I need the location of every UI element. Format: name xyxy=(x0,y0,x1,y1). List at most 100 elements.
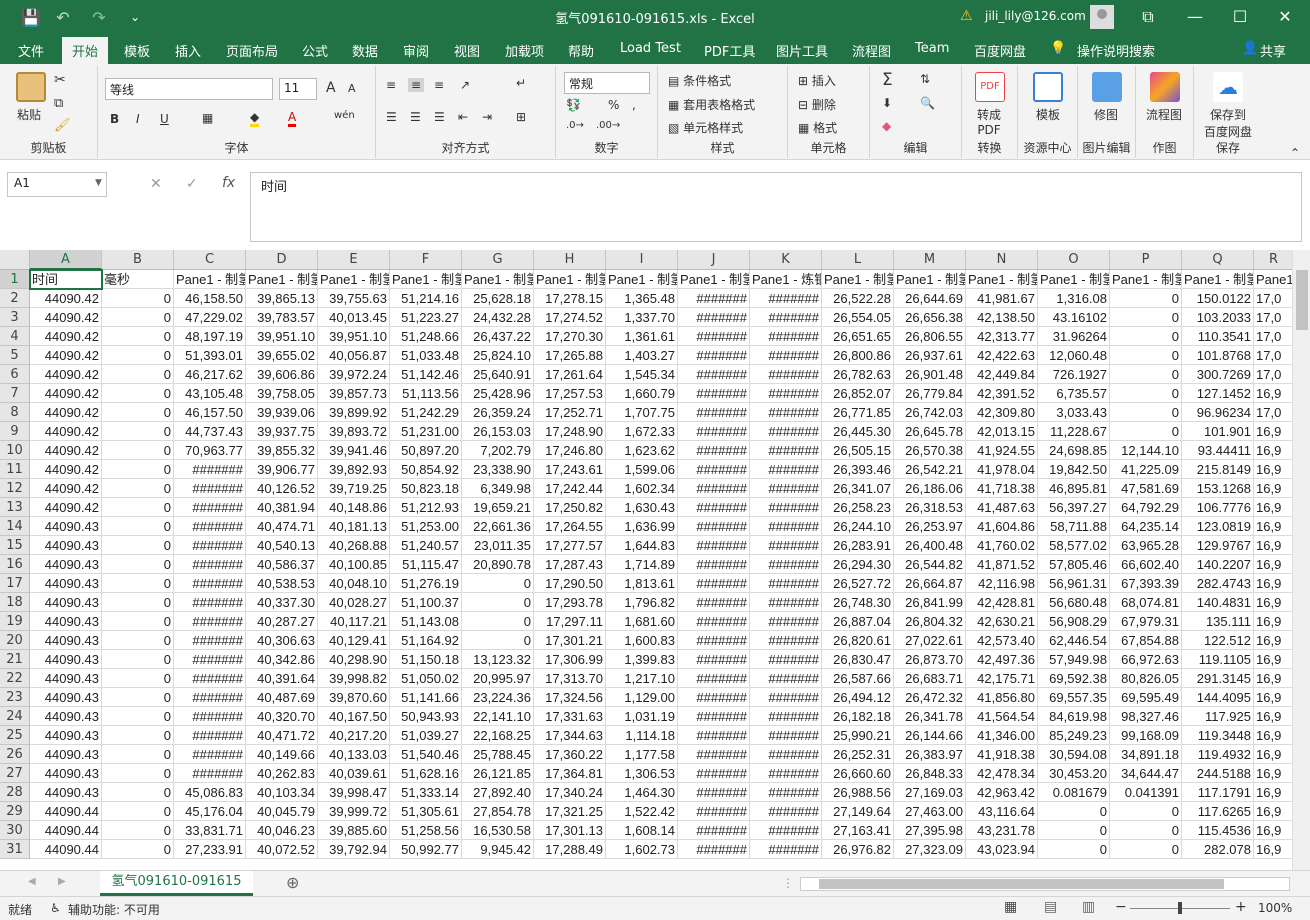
image-icon[interactable] xyxy=(1092,72,1122,102)
fill-icon[interactable]: ⬇ xyxy=(882,96,892,110)
table-cell[interactable]: 6,735.57 xyxy=(1038,384,1110,403)
font-color-icon[interactable]: A xyxy=(288,110,297,127)
table-cell[interactable]: 140.4831 xyxy=(1182,593,1254,612)
table-cell[interactable]: 0 xyxy=(102,574,174,593)
table-cell[interactable]: 51,333.14 xyxy=(390,783,462,802)
table-cell[interactable]: 0 xyxy=(102,365,174,384)
table-cell[interactable]: 44090.42 xyxy=(30,479,102,498)
table-cell[interactable]: 39,951.10 xyxy=(318,327,390,346)
tab-split-handle[interactable]: ⋮ xyxy=(782,876,794,890)
table-cell[interactable]: 1,681.60 xyxy=(606,612,678,631)
table-cell[interactable]: 40,586.37 xyxy=(246,555,318,574)
table-cell[interactable]: 44090.43 xyxy=(30,574,102,593)
table-cell[interactable]: 39,606.86 xyxy=(246,365,318,384)
table-cell[interactable]: 43,116.64 xyxy=(966,802,1038,821)
table-cell[interactable]: 24,698.85 xyxy=(1038,441,1110,460)
table-cell[interactable]: 51,164.92 xyxy=(390,631,462,650)
column-header-c[interactable]: C xyxy=(174,250,246,270)
table-cell[interactable]: ####### xyxy=(750,346,822,365)
table-cell[interactable]: ####### xyxy=(678,403,750,422)
table-cell[interactable]: 1,217.10 xyxy=(606,669,678,688)
table-cell[interactable]: 26,651.65 xyxy=(822,327,894,346)
table-cell[interactable]: 39,906.77 xyxy=(246,460,318,479)
table-cell[interactable]: 40,013.45 xyxy=(318,308,390,327)
table-cell[interactable]: 50,943.93 xyxy=(390,707,462,726)
clear-icon[interactable]: ◆ xyxy=(882,119,891,133)
table-cell[interactable]: 26,800.86 xyxy=(822,346,894,365)
table-cell[interactable]: 41,346.00 xyxy=(966,726,1038,745)
table-cell[interactable]: 39,998.47 xyxy=(318,783,390,802)
table-cell[interactable]: 110.3541 xyxy=(1182,327,1254,346)
table-cell[interactable]: ####### xyxy=(678,840,750,859)
table-cell[interactable]: 16,9 xyxy=(1254,498,1292,517)
table-cell[interactable]: 0 xyxy=(102,403,174,422)
align-left-icon[interactable]: ☰ xyxy=(386,110,397,124)
table-cell[interactable]: 46,158.50 xyxy=(174,289,246,308)
table-cell[interactable]: 41,718.38 xyxy=(966,479,1038,498)
table-cell[interactable]: 40,028.27 xyxy=(318,593,390,612)
avatar[interactable] xyxy=(1090,5,1114,29)
table-cell[interactable]: 0 xyxy=(1110,384,1182,403)
table-cell[interactable]: 17,301.13 xyxy=(534,821,606,840)
table-cell[interactable]: 44090.42 xyxy=(30,403,102,422)
table-cell[interactable]: 40,046.23 xyxy=(246,821,318,840)
table-cell[interactable]: 51,393.01 xyxy=(174,346,246,365)
table-cell[interactable]: 0 xyxy=(102,688,174,707)
paste-icon[interactable] xyxy=(16,72,46,102)
table-cell[interactable]: ####### xyxy=(678,593,750,612)
header-cell[interactable]: Pane1 - 制氢 xyxy=(1110,270,1182,289)
table-cell[interactable]: 26,771.85 xyxy=(822,403,894,422)
table-cell[interactable]: 51,039.27 xyxy=(390,726,462,745)
table-cell[interactable]: 51,305.61 xyxy=(390,802,462,821)
table-cell[interactable]: ####### xyxy=(174,764,246,783)
table-cell[interactable]: 282.4743 xyxy=(1182,574,1254,593)
table-cell[interactable]: 44090.43 xyxy=(30,688,102,707)
table-cell[interactable]: 26,341.07 xyxy=(822,479,894,498)
table-cell[interactable]: 726.1927 xyxy=(1038,365,1110,384)
table-cell[interactable]: 0 xyxy=(102,593,174,612)
table-cell[interactable]: 17,0 xyxy=(1254,289,1292,308)
row-header[interactable]: 8 xyxy=(0,403,30,422)
table-cell[interactable]: 1,636.99 xyxy=(606,517,678,536)
row-header[interactable]: 15 xyxy=(0,536,30,555)
table-cell[interactable]: ####### xyxy=(678,498,750,517)
table-cell[interactable]: ####### xyxy=(750,536,822,555)
table-cell[interactable]: 27,323.09 xyxy=(894,840,966,859)
header-cell[interactable]: Pane1 - 制氢 xyxy=(678,270,750,289)
table-cell[interactable]: 51,150.18 xyxy=(390,650,462,669)
table-cell[interactable]: 26,505.15 xyxy=(822,441,894,460)
table-cell[interactable]: 26,400.48 xyxy=(894,536,966,555)
table-cell[interactable]: 0 xyxy=(462,612,534,631)
table-cell[interactable]: ####### xyxy=(750,631,822,650)
row-header[interactable]: 3 xyxy=(0,308,30,327)
table-cell[interactable]: 39,937.75 xyxy=(246,422,318,441)
table-cell[interactable]: 99,168.09 xyxy=(1110,726,1182,745)
table-cell[interactable]: 39,893.72 xyxy=(318,422,390,441)
table-cell[interactable]: 1,316.08 xyxy=(1038,289,1110,308)
table-cell[interactable]: 1,129.00 xyxy=(606,688,678,707)
table-cell[interactable]: 62,446.54 xyxy=(1038,631,1110,650)
table-cell[interactable]: 1,031.19 xyxy=(606,707,678,726)
table-cell[interactable]: 17,243.61 xyxy=(534,460,606,479)
table-cell[interactable]: 50,823.18 xyxy=(390,479,462,498)
table-cell[interactable]: 58,577.02 xyxy=(1038,536,1110,555)
table-cell[interactable]: 16,9 xyxy=(1254,821,1292,840)
table-cell[interactable]: 26,144.66 xyxy=(894,726,966,745)
table-cell[interactable]: 42,138.50 xyxy=(966,308,1038,327)
table-cell[interactable]: 0 xyxy=(1110,403,1182,422)
table-cell[interactable]: 150.0122 xyxy=(1182,289,1254,308)
header-cell[interactable]: Pane1 - 制氢 xyxy=(318,270,390,289)
tab-pdf-tools[interactable]: PDF工具 xyxy=(704,41,755,60)
table-cell[interactable]: ####### xyxy=(750,517,822,536)
table-cell[interactable]: 64,792.29 xyxy=(1110,498,1182,517)
table-cell[interactable]: 44090.44 xyxy=(30,821,102,840)
table-cell[interactable]: 26,664.87 xyxy=(894,574,966,593)
table-cell[interactable]: 44090.42 xyxy=(30,365,102,384)
table-cell[interactable]: 40,306.63 xyxy=(246,631,318,650)
table-cell[interactable]: 1,306.53 xyxy=(606,764,678,783)
table-cell[interactable]: 57,949.98 xyxy=(1038,650,1110,669)
table-cell[interactable]: 51,214.16 xyxy=(390,289,462,308)
table-cell[interactable]: 51,115.47 xyxy=(390,555,462,574)
table-cell[interactable]: 26,683.71 xyxy=(894,669,966,688)
table-cell[interactable]: 56,961.31 xyxy=(1038,574,1110,593)
